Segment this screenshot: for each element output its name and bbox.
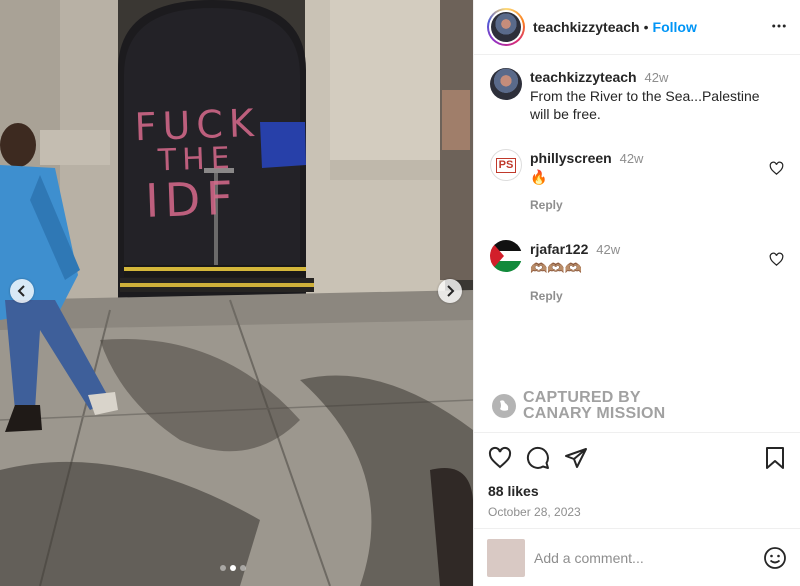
separator-dot: •: [643, 19, 649, 35]
caption-text: From the River to the Sea...Palestine wi…: [530, 88, 760, 122]
comment-username[interactable]: phillyscreen: [530, 150, 612, 166]
photo-scene: [0, 0, 473, 586]
carousel-dots: [220, 565, 246, 571]
reply-button[interactable]: Reply: [530, 196, 563, 214]
post-photo: FUCK THE IDF: [0, 0, 473, 586]
previous-photo-button[interactable]: [10, 279, 34, 303]
more-horizontal-icon: [772, 24, 786, 28]
carousel-dot: [240, 565, 246, 571]
follow-button[interactable]: Follow: [653, 19, 697, 35]
comment-bubble-icon: [526, 446, 549, 469]
comment-text: 🔥: [530, 169, 548, 185]
likes-count[interactable]: 88 likes: [488, 483, 786, 499]
current-user-avatar: [487, 538, 525, 577]
watermark-line-1: CAPTURED BY: [523, 389, 641, 406]
comment-text: 🫶🏽🫶🏽🫶🏽: [530, 260, 583, 276]
chevron-left-icon: [17, 285, 25, 297]
canary-bird-icon: [492, 394, 516, 418]
heart-icon: [769, 161, 784, 175]
author-avatar[interactable]: [487, 8, 525, 46]
watermark-line-2: CANARY MISSION: [523, 405, 666, 422]
comment-time: 42w: [619, 151, 644, 166]
graffiti-line-1: FUCK: [133, 100, 261, 150]
share-button[interactable]: [564, 446, 588, 470]
like-comment-button[interactable]: [769, 252, 784, 272]
comment-item: rjafar122 42w 🫶🏽🫶🏽🫶🏽 Reply: [490, 240, 784, 305]
emoji-button[interactable]: [763, 546, 787, 570]
action-icons-row: [488, 445, 786, 471]
comment-time: 42w: [596, 242, 621, 257]
caption-avatar[interactable]: [490, 68, 522, 100]
post-header: teachkizzyteach • Follow: [474, 0, 800, 55]
graffiti-text: FUCK THE IDF: [133, 100, 263, 228]
post-actions: 88 likes October 28, 2023: [474, 432, 800, 519]
carousel-dot-active: [230, 565, 236, 571]
next-photo-button[interactable]: [438, 279, 462, 303]
post-date: October 28, 2023: [488, 505, 581, 519]
author-username[interactable]: teachkizzyteach: [533, 19, 640, 35]
add-comment-input[interactable]: [534, 549, 734, 566]
commenter-avatar-phillyscreen[interactable]: PS: [490, 149, 522, 181]
bookmark-icon: [766, 447, 784, 469]
comment-username[interactable]: rjafar122: [530, 241, 588, 257]
canary-mission-watermark: CAPTURED BY CANARY MISSION: [491, 390, 665, 422]
comments-section: teachkizzyteach 42w From the River to th…: [474, 56, 800, 432]
like-comment-button[interactable]: [769, 161, 784, 181]
graffiti-line-3: IDF: [144, 170, 240, 228]
heart-icon: [769, 252, 784, 266]
caption: teachkizzyteach 42w From the River to th…: [490, 68, 784, 123]
send-icon: [565, 448, 587, 468]
chevron-right-icon: [447, 285, 455, 297]
comment-item: PS phillyscreen 42w 🔥 Reply: [490, 149, 784, 214]
commenter-avatar-rjafar122[interactable]: [490, 240, 522, 272]
smiley-icon: [764, 546, 786, 569]
comment-button[interactable]: [526, 446, 550, 470]
post-details-panel: teachkizzyteach • Follow teachkizzyteach…: [473, 0, 800, 586]
more-options-button[interactable]: [770, 17, 788, 40]
carousel-dot: [220, 565, 226, 571]
palestine-flag-avatar: [490, 240, 522, 272]
caption-time: 42w: [644, 70, 669, 85]
heart-icon: [488, 446, 512, 469]
like-button[interactable]: [488, 446, 512, 470]
add-comment-bar: [474, 528, 800, 586]
caption-username[interactable]: teachkizzyteach: [530, 69, 637, 85]
reply-button[interactable]: Reply: [530, 287, 563, 305]
save-button[interactable]: [764, 446, 786, 470]
